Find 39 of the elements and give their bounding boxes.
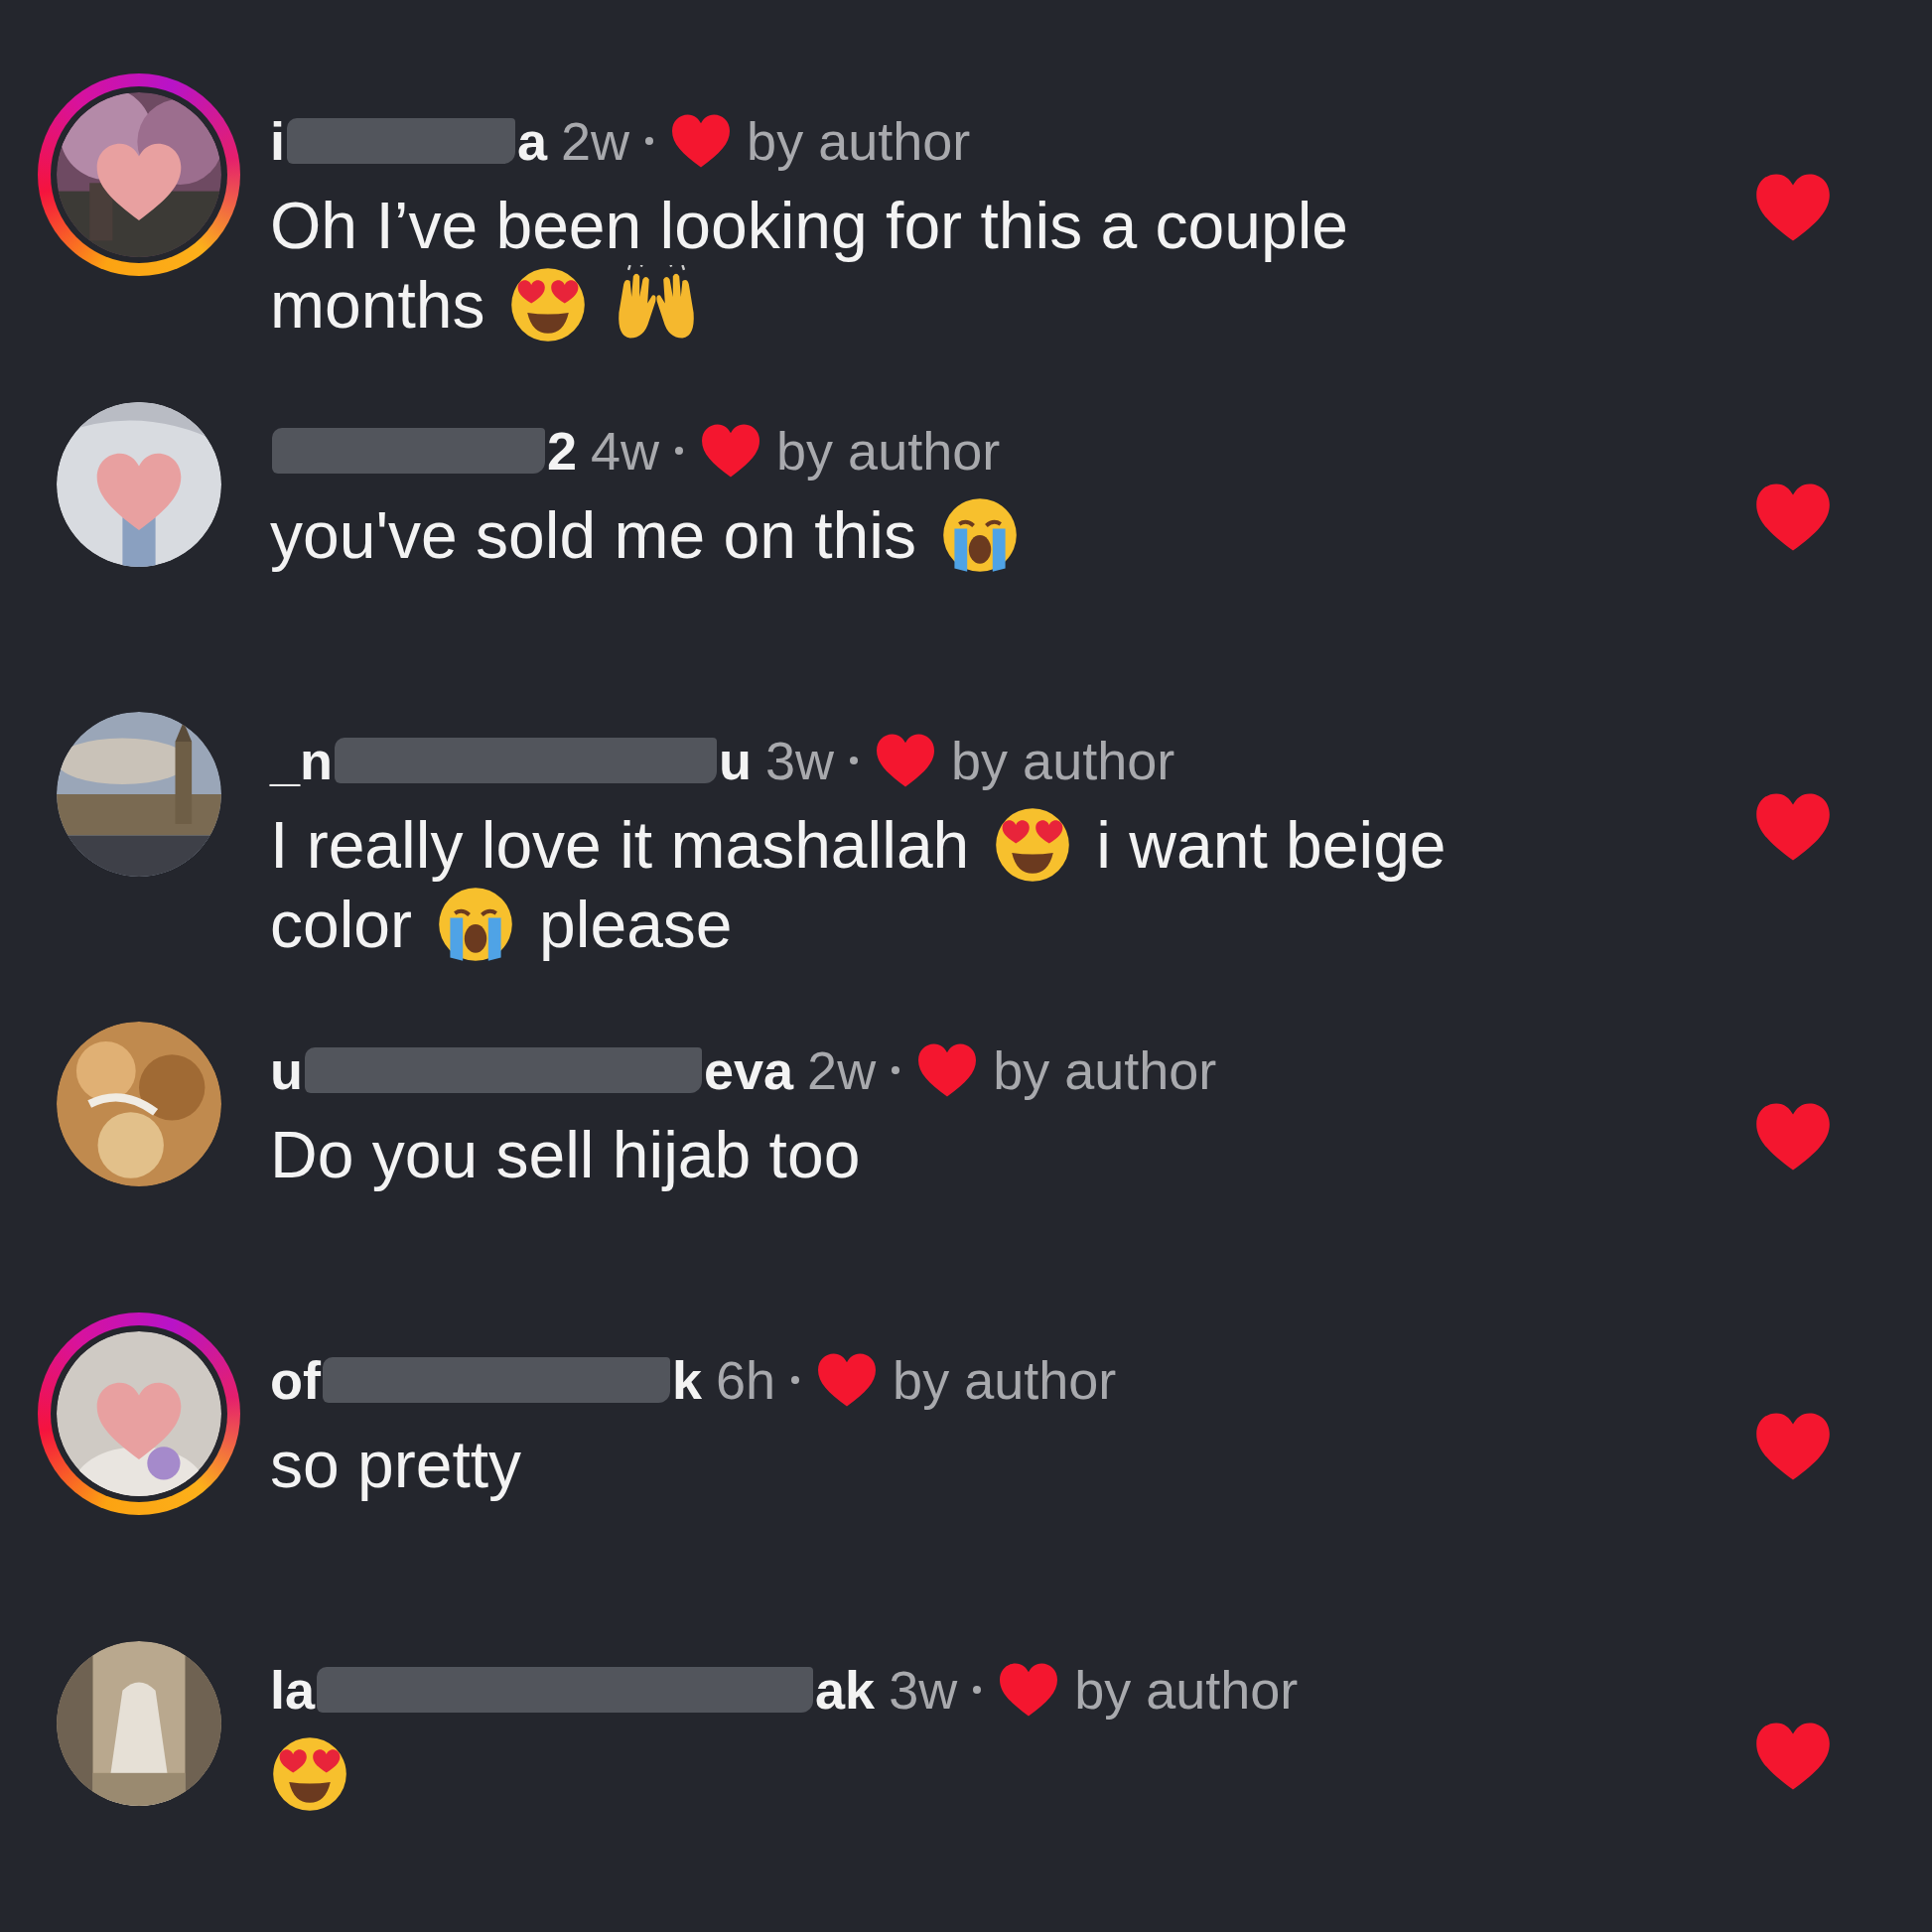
by-author-label: by author xyxy=(747,110,971,172)
username[interactable]: 2 xyxy=(547,420,578,482)
comment-text: i want beige xyxy=(1096,807,1447,883)
comment-text: Do you sell hijab too xyxy=(270,1117,861,1192)
username[interactable]: k xyxy=(671,1349,702,1411)
separator-dot xyxy=(850,757,859,764)
comment-text: so pretty xyxy=(270,1427,522,1502)
comment-text: you've sold me on this xyxy=(270,497,916,573)
separator-dot xyxy=(675,447,684,455)
separator-dot xyxy=(973,1686,982,1694)
comment-time: 6h xyxy=(716,1349,776,1411)
username[interactable]: of xyxy=(270,1349,321,1411)
comment-text: I really love it mashallah xyxy=(270,807,970,883)
comment-time: 3w xyxy=(889,1659,958,1721)
comment-text: Oh I’ve been looking for this a couple xyxy=(270,188,1348,263)
username[interactable]: la xyxy=(270,1659,316,1721)
comment-text: please xyxy=(539,887,733,962)
username[interactable]: _n xyxy=(270,730,334,791)
username[interactable]: u xyxy=(270,1039,303,1101)
by-author-label: by author xyxy=(776,420,1001,482)
by-author-label: by author xyxy=(1074,1659,1299,1721)
comment-time: 4w xyxy=(591,420,660,482)
username[interactable]: u xyxy=(719,730,753,791)
comment-time: 2w xyxy=(807,1039,877,1101)
comment-time: 2w xyxy=(561,110,630,172)
comment-text: color xyxy=(270,887,413,962)
comment-text: months xyxy=(270,267,485,343)
username[interactable]: a xyxy=(517,110,548,172)
separator-dot xyxy=(892,1066,900,1074)
username[interactable]: eva xyxy=(704,1039,794,1101)
by-author-label: by author xyxy=(993,1039,1217,1101)
by-author-label: by author xyxy=(951,730,1175,791)
username[interactable]: ak xyxy=(815,1659,876,1721)
by-author-label: by author xyxy=(893,1349,1117,1411)
heart-eyes-emoji-icon xyxy=(270,1734,349,1814)
separator-dot xyxy=(791,1376,800,1384)
separator-dot xyxy=(645,137,654,145)
comment-time: 3w xyxy=(765,730,835,791)
username[interactable]: i xyxy=(270,110,285,172)
